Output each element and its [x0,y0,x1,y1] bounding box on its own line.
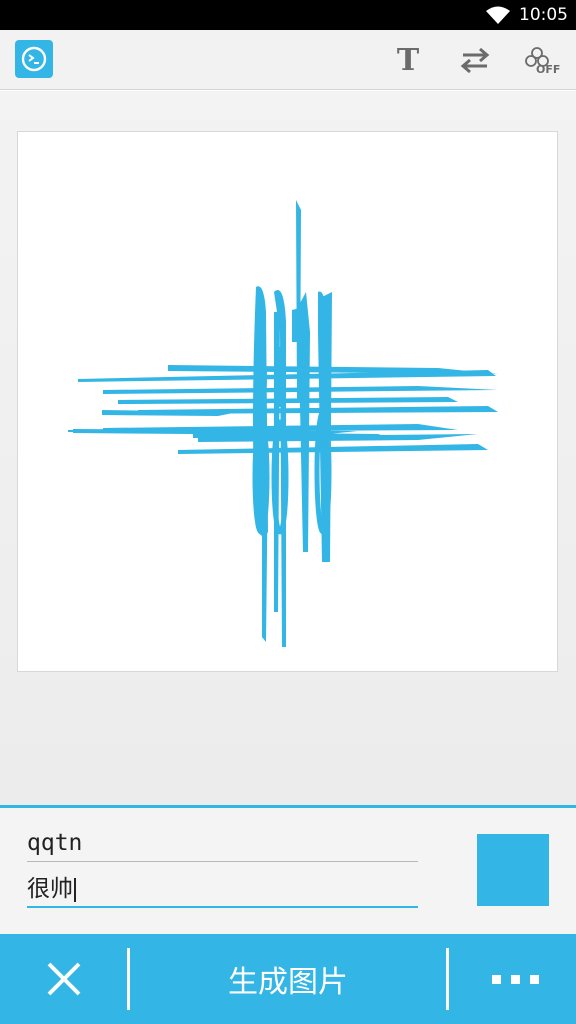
divider [127,948,130,1010]
more-icon[interactable] [470,949,560,1009]
bottom-action-bar: 生成图片 [0,934,576,1024]
text-line-2-input[interactable]: 很帅 [27,874,418,908]
text-line-1-value: qqtn [27,830,83,856]
close-button[interactable] [24,949,104,1009]
close-icon [47,962,81,996]
wifi-icon [486,6,510,24]
input-panel: qqtn 很帅 [0,805,576,934]
status-bar: 10:05 [0,0,576,30]
content-area [0,91,576,805]
divider [446,948,449,1010]
status-time: 10:05 [519,5,568,25]
text-line-2-value: 很帅 [27,876,73,902]
text-cursor [74,877,76,902]
off-label: OFF [536,63,560,75]
more-dot [491,974,501,984]
stretched-text-graphic [68,200,498,647]
terminal-glyph-icon [21,46,47,72]
generate-image-button[interactable]: 生成图片 [131,934,445,1024]
app-bar: T OFF [0,30,576,90]
more-dot [529,974,539,984]
swap-arrows-icon[interactable] [453,38,497,82]
effects-off-button[interactable]: OFF [520,38,564,82]
more-dot [510,974,520,984]
text-style-button[interactable]: T [386,38,430,82]
color-picker-swatch[interactable] [477,834,549,906]
preview-image [17,131,558,672]
terminal-app-icon[interactable] [15,40,53,78]
text-line-1-input[interactable]: qqtn [27,828,418,862]
